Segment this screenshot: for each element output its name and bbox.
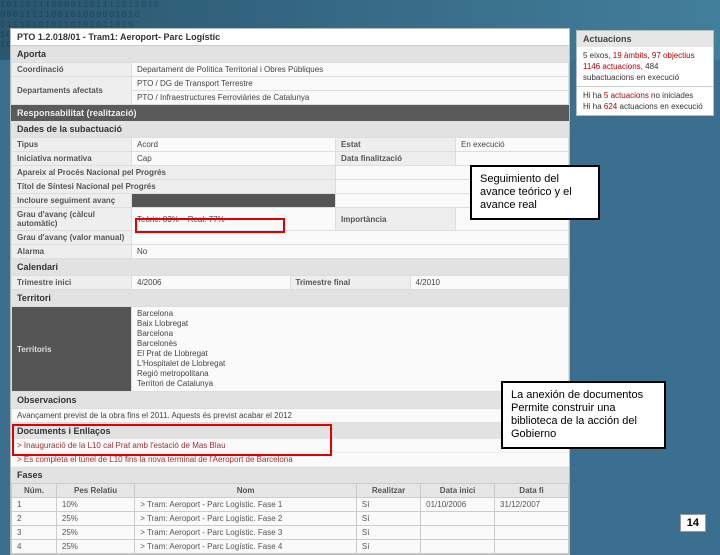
incloure-l: Incloure seguiment avanç bbox=[12, 194, 132, 208]
grauA-l: Grau d'avanç (càlcul automàtic) bbox=[12, 208, 132, 231]
terr-item: L'Hospitalet de Llobregat bbox=[137, 359, 563, 369]
section-territori: Territori bbox=[11, 290, 569, 306]
callout-anexion: La anexión de documentos Permite constru… bbox=[501, 381, 666, 449]
import-l: Importància bbox=[336, 208, 456, 231]
section-observ: Observacions bbox=[11, 392, 569, 408]
ph-dini-h: Data inici bbox=[421, 484, 495, 498]
tfin-l: Trimestre final bbox=[290, 276, 410, 290]
alarma-l: Alarma bbox=[12, 245, 132, 259]
side-line1b: 19 àmbits, 97 objectius bbox=[613, 51, 695, 60]
ph-num-h: Núm. bbox=[12, 484, 57, 498]
datafin-l: Data finalització bbox=[336, 152, 456, 166]
table-row[interactable]: 4 25% > Tram: Aeroport - Parc Logístic. … bbox=[12, 540, 569, 554]
section-calendari: Calendari bbox=[11, 259, 569, 275]
grauM-l: Grau d'avanç (valor manual) bbox=[12, 231, 132, 245]
side-line3c: no iniciades bbox=[649, 91, 693, 100]
main-panel: PTO 1.2.018/01 - Tram1: Aeroport- Parc L… bbox=[10, 28, 570, 555]
side-title: Actuacions bbox=[577, 31, 713, 47]
dept-label: Departaments afectats bbox=[12, 77, 132, 105]
phases-table: Núm. Pes Relatiu Nom Realitzar Data inic… bbox=[11, 483, 569, 554]
page-number: 14 bbox=[680, 514, 706, 532]
table-row[interactable]: 2 25% > Tram: Aeroport - Parc Logístic. … bbox=[12, 512, 569, 526]
ph-nom-h: Nom bbox=[135, 484, 357, 498]
page-title: PTO 1.2.018/01 - Tram1: Aeroport- Parc L… bbox=[11, 29, 569, 46]
terr-item: El Prat de Llobregat bbox=[137, 349, 563, 359]
inic-l: Iniciativa normativa bbox=[12, 152, 132, 166]
terr-item: Territori de Catalunya bbox=[137, 379, 563, 389]
ph-pes-h: Pes Relatiu bbox=[56, 484, 134, 498]
tfin-v: 4/2010 bbox=[410, 276, 569, 290]
side-line4a: Hi ha bbox=[583, 102, 604, 111]
terr-item: Regió metropolitana bbox=[137, 369, 563, 379]
side-panel: Actuacions 5 eixos, 19 àmbits, 97 object… bbox=[576, 30, 714, 116]
aparPN-l: Apareix al Procés Nacional pel Progrés bbox=[12, 166, 336, 180]
tini-l: Trimestre inici bbox=[12, 276, 132, 290]
terr-item: Barcelona bbox=[137, 329, 563, 339]
section-resp: Responsabilitat (realització) bbox=[11, 105, 569, 121]
terr-item: Baix Llobregat bbox=[137, 319, 563, 329]
highlight-grau bbox=[135, 218, 285, 233]
estat-v: En execució bbox=[456, 138, 569, 152]
section-dades: Dades de la subactuació bbox=[11, 121, 569, 137]
alarma-v: No bbox=[132, 245, 569, 259]
callout-seguimiento: Seguimiento del avance teórico y el avan… bbox=[470, 165, 600, 220]
tini-v: 4/2006 bbox=[132, 276, 291, 290]
side-line4b: 624 bbox=[604, 102, 617, 111]
terr-item: Barcelona bbox=[137, 309, 563, 319]
estat-l: Estat bbox=[336, 138, 456, 152]
side-line3b: 5 actuacions bbox=[604, 91, 649, 100]
side-line4c: actuacions en execució bbox=[617, 102, 702, 111]
dept-value2: PTO / Infraestructures Ferroviàries de C… bbox=[132, 91, 569, 105]
section-aporta: Aporta bbox=[11, 46, 569, 62]
ph-dfi-h: Data fi bbox=[495, 484, 569, 498]
coord-value: Departament de Política Territorial i Ob… bbox=[132, 63, 569, 77]
datafin-v bbox=[456, 152, 569, 166]
inic-v: Cap bbox=[132, 152, 336, 166]
tipus-l: Tipus bbox=[12, 138, 132, 152]
side-line1a: 5 eixos, bbox=[583, 51, 613, 60]
dept-value1: PTO / DG de Transport Terrestre bbox=[132, 77, 569, 91]
section-phases: Fases bbox=[11, 467, 569, 483]
tipus-v: Acord bbox=[132, 138, 336, 152]
aporta-table: Coordinació Departament de Política Terr… bbox=[11, 62, 569, 105]
terr-item: Barcelonès bbox=[137, 339, 563, 349]
coord-label: Coordinació bbox=[12, 63, 132, 77]
terr-values: Barcelona Baix Llobregat Barcelona Barce… bbox=[132, 307, 569, 392]
incloure-v[interactable] bbox=[132, 194, 336, 208]
observ-text: Avançament previst de la obra fins el 20… bbox=[12, 409, 569, 423]
titolPN-l: Títol de Síntesi Nacional pel Progrés bbox=[12, 180, 336, 194]
side-line2a: 1146 actuacions, bbox=[583, 62, 645, 71]
ph-realit-h: Realitzar bbox=[356, 484, 420, 498]
terr-label: Territoris bbox=[12, 307, 132, 392]
side-line3a: Hi ha bbox=[583, 91, 604, 100]
highlight-docs bbox=[12, 424, 332, 456]
table-row[interactable]: 1 10% > Tram: Aeroport - Parc Logístic. … bbox=[12, 498, 569, 512]
table-row[interactable]: 3 25% > Tram: Aeroport - Parc Logístic. … bbox=[12, 526, 569, 540]
